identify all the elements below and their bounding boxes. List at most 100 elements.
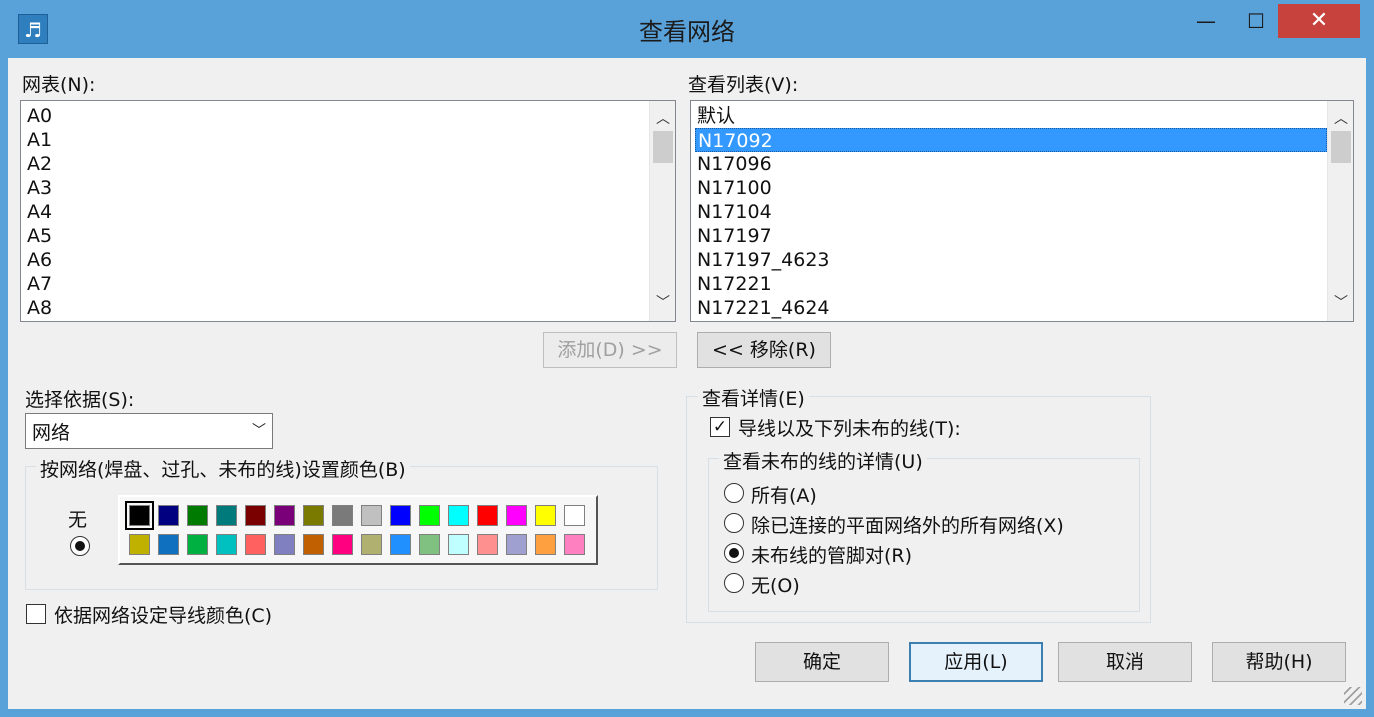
view-nets-dialog: ♬ 查看网络 — ☐ ✕ 网表(N): A0 A1 A2 A3 A4 A5 A6 A7 A8 ︿… [0,0,1374,717]
color-swatch[interactable] [216,534,237,555]
color-palette [118,495,598,565]
list-item[interactable]: A7 [25,272,649,296]
color-swatch[interactable] [390,534,411,555]
view-list-label: 查看列表(V): [688,74,799,96]
color-swatch[interactable] [535,534,556,555]
color-swatch[interactable] [506,534,527,555]
color-swatch[interactable] [419,534,440,555]
view-scroll-thumb[interactable] [1331,131,1351,163]
add-button[interactable]: 添加(D) >> [543,332,677,368]
color-swatch[interactable] [187,505,208,526]
list-item[interactable]: A3 [25,176,649,200]
title-bar[interactable]: ♬ 查看网络 — ☐ ✕ [0,0,1374,58]
unrouted-details-title: 查看未布的线的详情(U) [719,447,927,474]
apply-button[interactable]: 应用(L) [909,642,1043,682]
select-by-dropdown[interactable]: 网络 ﹀ [25,413,273,449]
list-item[interactable]: A4 [25,200,649,224]
list-item[interactable]: A1 [25,128,649,152]
nets-items: A0 A1 A2 A3 A4 A5 A6 A7 A8 [25,104,649,320]
list-item[interactable]: N17104 [695,200,1327,224]
option-none-label: 无(O) [751,575,800,597]
list-item[interactable]: N17221_4624 [695,296,1327,320]
traces-label: 导线以及下列未布的线(T): [738,418,961,440]
list-item[interactable]: N17092 [695,128,1327,152]
close-button[interactable]: ✕ [1278,4,1360,38]
color-swatch[interactable] [158,534,179,555]
trace-color-checkbox[interactable] [26,604,46,624]
view-items: 默认 N17092 N17096 N17100 N17104 N17197 N17197_4… [695,104,1327,320]
nets-scroll-thumb[interactable] [653,131,673,163]
list-item[interactable]: A5 [25,224,649,248]
maximize-button[interactable]: ☐ [1233,4,1279,38]
color-swatch[interactable] [303,505,324,526]
option-all-radio[interactable] [724,483,744,503]
nets-listbox[interactable]: A0 A1 A2 A3 A4 A5 A6 A7 A8 ︿ ﹀ [20,100,676,322]
color-swatch[interactable] [274,534,295,555]
color-swatch[interactable] [477,505,498,526]
color-swatch[interactable] [564,505,585,526]
option-pin-pairs-radio[interactable] [724,543,744,563]
list-item[interactable]: N17221 [695,272,1327,296]
list-item[interactable]: N17197_4623 [695,248,1327,272]
chevron-down-icon[interactable]: ﹀ [650,291,675,315]
view-details-title: 查看详情(E) [698,384,809,411]
color-swatch[interactable] [245,505,266,526]
color-swatch[interactable] [125,501,154,530]
color-swatch[interactable] [245,534,266,555]
color-swatch[interactable] [448,505,469,526]
color-by-net-title: 按网络(焊盘、过孔、未布的线)设置颜色(B) [36,455,410,482]
ok-button[interactable]: 确定 [755,642,889,682]
color-swatch[interactable] [390,505,411,526]
option-except-plane-label: 除已连接的平面网络外的所有网络(X) [751,515,1064,537]
color-swatch[interactable] [158,505,179,526]
select-by-label: 选择依据(S): [25,389,135,411]
chevron-up-icon[interactable]: ︿ [650,107,675,131]
list-item[interactable]: A2 [25,152,649,176]
color-swatch[interactable] [564,534,585,555]
option-pin-pairs-label: 未布线的管脚对(R) [751,545,913,567]
cancel-button[interactable]: 取消 [1058,642,1192,682]
no-color-label: 无 [68,509,88,531]
minimize-button[interactable]: — [1183,4,1229,38]
no-color-radio[interactable] [70,536,90,556]
help-button[interactable]: 帮助(H) [1212,642,1346,682]
chevron-down-icon: ﹀ [252,423,266,439]
list-item[interactable]: N17197 [695,224,1327,248]
view-scrollbar[interactable]: ︿ ﹀ [1327,101,1353,321]
color-swatch[interactable] [361,505,382,526]
color-swatch[interactable] [448,534,469,555]
color-swatch[interactable] [477,534,498,555]
list-item[interactable]: A0 [25,104,649,128]
option-except-plane-radio[interactable] [724,513,744,533]
list-item[interactable]: A8 [25,296,649,320]
color-swatch[interactable] [535,505,556,526]
color-swatch[interactable] [129,534,150,555]
color-swatch[interactable] [274,505,295,526]
dialog-client: 网表(N): A0 A1 A2 A3 A4 A5 A6 A7 A8 ︿ ﹀ 查看列表(V): 默… [8,58,1366,709]
select-by-value: 网络 [32,422,71,444]
color-swatch[interactable] [419,505,440,526]
color-swatch[interactable] [303,534,324,555]
list-item[interactable]: N17096 [695,152,1327,176]
list-item[interactable]: N17100 [695,176,1327,200]
color-swatch[interactable] [361,534,382,555]
option-all-label: 所有(A) [751,485,817,507]
color-swatch[interactable] [332,534,353,555]
nets-label: 网表(N): [22,74,96,96]
nets-scrollbar[interactable]: ︿ ﹀ [649,101,675,321]
color-swatch[interactable] [187,534,208,555]
option-none-radio[interactable] [724,573,744,593]
chevron-down-icon[interactable]: ﹀ [1328,291,1353,315]
resize-grip[interactable] [1344,687,1362,705]
chevron-up-icon[interactable]: ︿ [1328,107,1353,131]
color-swatch[interactable] [332,505,353,526]
view-listbox[interactable]: 默认 N17092 N17096 N17100 N17104 N17197 N17197_4… [690,100,1354,322]
window-title: 查看网络 [639,18,735,46]
traces-checkbox[interactable]: ✓ [710,417,730,437]
list-item[interactable]: A6 [25,248,649,272]
trace-color-label: 依据网络设定导线颜色(C) [54,605,273,627]
color-swatch[interactable] [216,505,237,526]
list-item[interactable]: 默认 [695,104,1327,128]
color-swatch[interactable] [506,505,527,526]
remove-button[interactable]: << 移除(R) [697,332,831,368]
